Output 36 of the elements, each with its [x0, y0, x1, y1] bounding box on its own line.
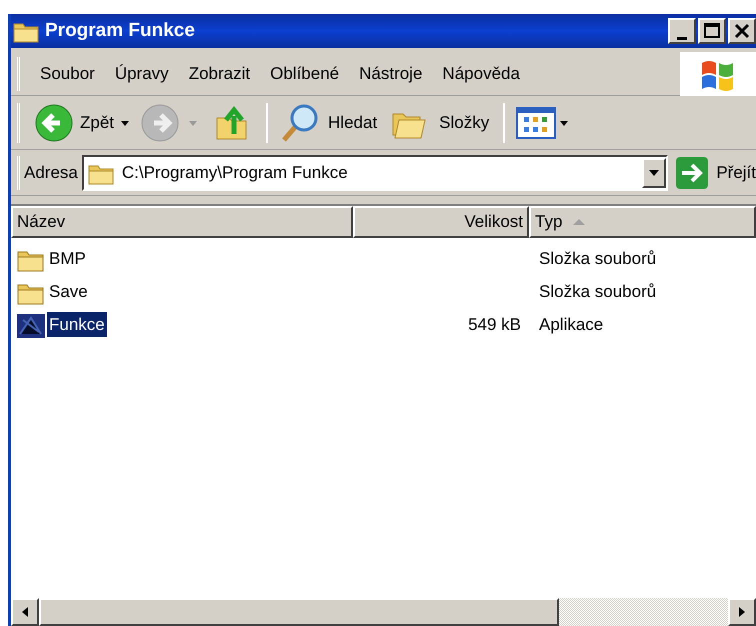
app-icon — [17, 312, 45, 338]
right-triangle-icon[interactable] — [737, 606, 747, 618]
grid-view-icon — [515, 104, 558, 140]
menu-item[interactable]: Úpravy — [104, 60, 179, 86]
back-button[interactable]: Zpět — [30, 100, 134, 146]
file-size: 549 kB — [468, 314, 521, 336]
menu-item[interactable]: Oblíbené — [260, 60, 350, 86]
left-triangle-icon[interactable] — [20, 606, 30, 618]
go-button[interactable]: Přejít — [674, 152, 756, 192]
folders-button[interactable]: Složky — [381, 100, 498, 146]
menu-item[interactable]: Soubor — [30, 60, 105, 86]
column-header[interactable]: Typ — [529, 206, 756, 238]
menu-item[interactable]: Nápověda — [432, 60, 530, 86]
caret-icon — [188, 118, 198, 126]
caret-icon — [120, 118, 130, 126]
scroll-right-button[interactable] — [728, 598, 756, 626]
scroll-left-button[interactable] — [11, 598, 39, 626]
search-button[interactable]: Hledat — [274, 100, 382, 146]
file-name[interactable]: BMP — [47, 246, 88, 272]
horizontal-scrollbar[interactable] — [11, 598, 756, 626]
file-type: Složka souborů — [538, 248, 656, 270]
dropdown-button[interactable] — [642, 158, 666, 188]
file-type: Složka souborů — [538, 280, 656, 303]
file-name[interactable]: Funkce — [47, 312, 107, 338]
scroll-thumb[interactable] — [39, 598, 559, 626]
column-header[interactable]: Název — [11, 206, 353, 238]
menu-item[interactable]: Nástroje — [349, 60, 432, 86]
window-title: Program Funkce — [45, 18, 196, 43]
caret-icon[interactable] — [648, 168, 660, 176]
address-field[interactable]: C:\Programy\Program Funkce — [82, 154, 668, 190]
menu-item[interactable]: Zobrazit — [178, 60, 260, 86]
file-name[interactable]: Save — [47, 278, 90, 304]
caret-icon — [559, 118, 570, 126]
address-label: Adresa — [24, 162, 78, 184]
file-type: Aplikace — [538, 314, 604, 336]
column-header[interactable]: Velikost — [353, 206, 529, 238]
